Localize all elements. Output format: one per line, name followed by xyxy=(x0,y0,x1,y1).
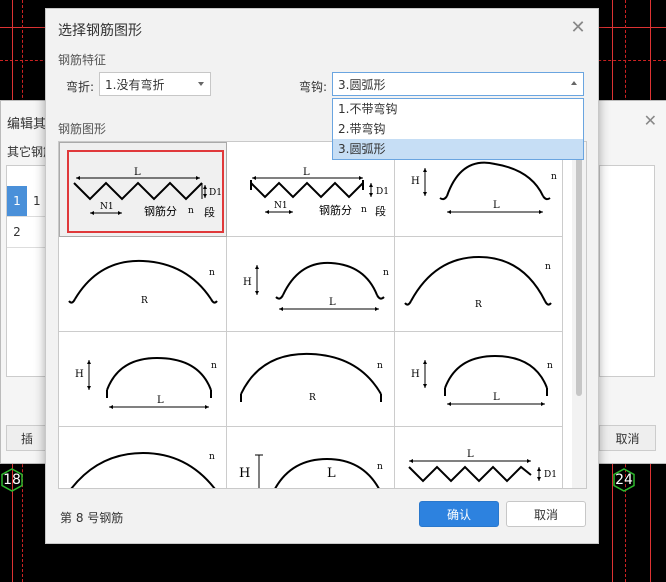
dim-n: n xyxy=(188,206,194,216)
hook-option-1[interactable]: 1.不带弯钩 xyxy=(333,99,583,119)
svg-text:段: 段 xyxy=(375,204,386,218)
svg-text:R: R xyxy=(141,296,148,306)
confirm-button[interactable]: 确认 xyxy=(419,501,499,527)
hook-select-value: 3.圆弧形 xyxy=(338,77,386,92)
bend-select-value: 1.没有弯折 xyxy=(105,77,165,92)
chevron-down-icon xyxy=(198,82,204,86)
section-features-label: 钢筋特征 xyxy=(58,53,107,67)
svg-text:L: L xyxy=(467,449,474,460)
shape-cell-10[interactable]: n xyxy=(59,427,227,488)
shape-cell-6[interactable]: n R xyxy=(395,237,563,332)
edit-table-right xyxy=(599,165,655,377)
select-rebar-shape-dialog: 选择钢筋图形 ✕ 钢筋特征 弯折: 1.没有弯折 弯钩: 3.圆弧形 钢筋图形 … xyxy=(45,8,599,544)
svg-text:钢筋分: 钢筋分 xyxy=(319,203,352,217)
row-number: 1 xyxy=(7,186,27,216)
shape-cell-12[interactable]: L D1 xyxy=(395,427,563,488)
svg-text:n: n xyxy=(209,452,215,462)
shape-cell-11[interactable]: H L n xyxy=(227,427,395,488)
shape-cell-8[interactable]: n R xyxy=(227,332,395,427)
axis-badge-right: 24 xyxy=(612,468,636,492)
dim-N1: N1 xyxy=(100,202,114,212)
segment-text: 钢筋分 xyxy=(144,204,177,218)
close-icon[interactable]: ✕ xyxy=(568,17,588,38)
svg-text:H: H xyxy=(75,369,84,380)
svg-text:n: n xyxy=(211,361,217,371)
status-text: 第 8 号钢筋 xyxy=(60,511,124,525)
shape-cell-9[interactable]: H n L xyxy=(395,332,563,427)
dim-L: L xyxy=(134,167,141,178)
edit-cancel-button[interactable]: 取消 xyxy=(599,425,656,451)
shape-cell-7[interactable]: H n L xyxy=(59,332,227,427)
shape-grid-scrollbar[interactable] xyxy=(572,142,586,488)
bend-select[interactable]: 1.没有弯折 xyxy=(99,72,211,96)
svg-text:R: R xyxy=(475,300,482,310)
axis-badge-left: 18 xyxy=(0,468,24,492)
svg-text:L: L xyxy=(157,395,164,406)
svg-text:H: H xyxy=(239,466,250,481)
row-number: 2 xyxy=(13,225,21,239)
table-row[interactable]: 1 1 xyxy=(7,186,47,217)
dim-D1: D1 xyxy=(209,188,222,198)
insert-button[interactable]: 插 xyxy=(6,425,48,451)
svg-text:L: L xyxy=(329,297,336,308)
svg-text:n: n xyxy=(545,262,551,272)
hook-dropdown-list: 1.不带弯钩 2.带弯钩 3.圆弧形 xyxy=(332,98,584,160)
svg-text:n: n xyxy=(383,268,389,278)
edit-dialog-title: 编辑其 xyxy=(7,117,47,132)
svg-text:L: L xyxy=(493,200,500,211)
segment-text2: 段 xyxy=(204,205,215,219)
svg-text:n: n xyxy=(377,462,383,472)
row-value: 1 xyxy=(33,194,41,208)
svg-text:n: n xyxy=(377,361,383,371)
svg-text:D1: D1 xyxy=(376,187,389,197)
edit-table: 1 1 2 xyxy=(6,165,48,377)
dialog-title: 选择钢筋图形 xyxy=(58,23,142,39)
cancel-button[interactable]: 取消 xyxy=(506,501,586,527)
svg-text:H: H xyxy=(411,369,420,380)
svg-text:L: L xyxy=(327,466,336,481)
svg-text:n: n xyxy=(209,268,215,278)
svg-text:L: L xyxy=(493,392,500,403)
svg-text:H: H xyxy=(243,277,252,288)
scrollbar-thumb[interactable] xyxy=(576,146,582,396)
svg-text:n: n xyxy=(551,172,557,182)
bend-label: 弯折: xyxy=(66,80,95,94)
hook-option-3[interactable]: 3.圆弧形 xyxy=(333,139,583,159)
svg-text:n: n xyxy=(547,361,553,371)
svg-text:D1: D1 xyxy=(544,470,557,480)
table-row[interactable]: 2 xyxy=(7,217,47,248)
svg-text:L: L xyxy=(303,167,310,178)
close-icon[interactable]: ✕ xyxy=(644,111,657,130)
svg-text:R: R xyxy=(309,393,316,403)
chevron-up-icon xyxy=(571,81,577,85)
hook-select[interactable]: 3.圆弧形 xyxy=(332,72,584,96)
shape-cell-1[interactable]: L D1 N1 钢筋分 n 段 xyxy=(59,142,227,237)
hook-label: 弯钩: xyxy=(299,80,328,94)
shape-grid: L D1 N1 钢筋分 n 段 L D1 N1 钢筋分 n 段 H n L n … xyxy=(58,141,587,489)
section-shapes-label: 钢筋图形 xyxy=(58,122,107,136)
svg-text:N1: N1 xyxy=(274,201,288,211)
svg-text:n: n xyxy=(361,205,367,215)
svg-text:H: H xyxy=(411,176,420,187)
hook-option-2[interactable]: 2.带弯钩 xyxy=(333,119,583,139)
shape-cell-4[interactable]: n R xyxy=(59,237,227,332)
shape-cell-5[interactable]: H n L xyxy=(227,237,395,332)
